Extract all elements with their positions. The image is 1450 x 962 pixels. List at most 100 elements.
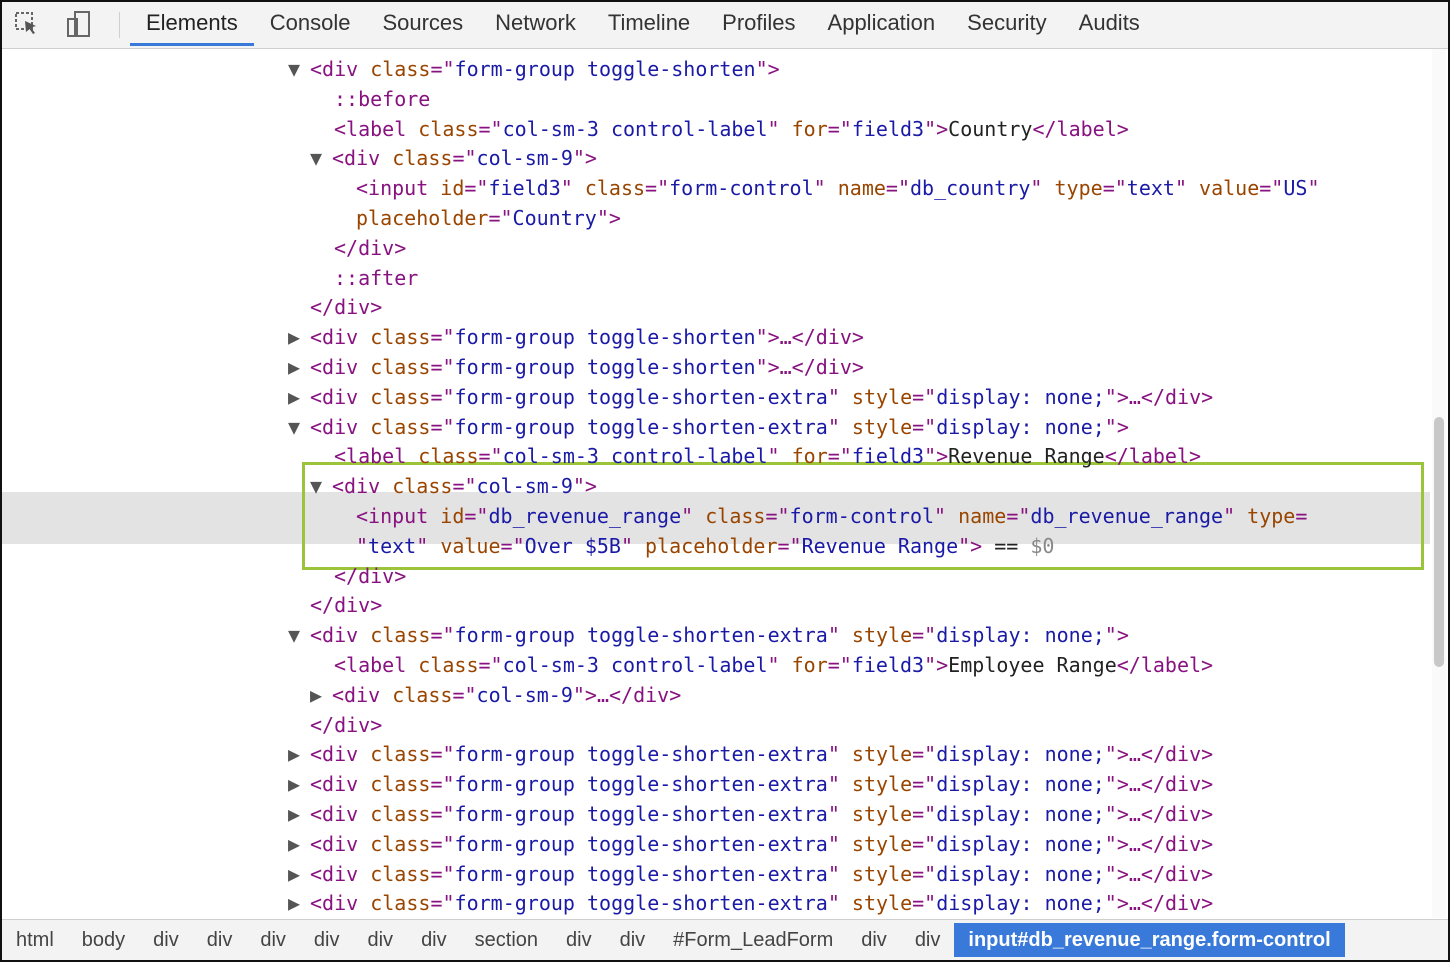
dom-node-line[interactable]: <label class="col-sm-3 control-label" fo… — [2, 114, 1430, 144]
tab-network[interactable]: Network — [479, 2, 592, 46]
code-token: name — [837, 176, 886, 201]
code-token: id — [440, 176, 465, 201]
code-token: =" — [464, 176, 489, 201]
breadcrumb-item[interactable]: html — [2, 923, 68, 957]
code-token: <div — [310, 742, 371, 767]
code-token: =" — [827, 653, 852, 677]
dom-node-line[interactable]: <input id="db_revenue_range" class="form… — [2, 501, 1430, 531]
code-token: class — [370, 742, 431, 767]
code-token: =" — [430, 831, 455, 856]
breadcrumb-item[interactable]: div — [847, 923, 901, 957]
code-token: <input — [356, 176, 441, 201]
dom-node-line[interactable]: "text" value="Over $5B" placeholder="Rev… — [2, 531, 1430, 561]
breadcrumb-item[interactable]: div — [139, 923, 193, 957]
dom-node-line[interactable]: <input id="field3" class="form-control" … — [2, 173, 1430, 203]
dom-node-line[interactable]: ▶ <div class="col-sm-9">…</div> — [2, 680, 1430, 710]
expand-right-icon[interactable]: ▶ — [288, 382, 310, 412]
scrollbar-thumb[interactable] — [1434, 417, 1444, 667]
breadcrumb-item[interactable]: div — [353, 923, 407, 957]
dom-node-line[interactable]: ▶ <div class="form-group toggle-shorten">… — [2, 352, 1430, 382]
dom-node-line[interactable]: ▼ <div class="form-group toggle-shorten-e… — [2, 620, 1430, 650]
dom-node-line[interactable]: <label class="col-sm-3 control-label" fo… — [2, 650, 1430, 680]
dom-node-line[interactable]: placeholder="Country"> — [2, 203, 1430, 233]
code-token: <div — [332, 682, 393, 707]
dom-node-line[interactable]: </div> — [2, 233, 1430, 263]
code-token: " — [827, 861, 852, 886]
expand-down-icon[interactable]: ▼ — [288, 412, 310, 442]
tab-application[interactable]: Application — [812, 2, 952, 46]
code-token: class — [370, 57, 431, 81]
dom-node-line[interactable]: ▶<div class="form-group toggle-shorten-e… — [2, 829, 1430, 859]
tab-profiles[interactable]: Profiles — [706, 2, 811, 46]
breadcrumb-item[interactable]: section — [461, 923, 552, 957]
code-token: form-group toggle-shorten-extra — [454, 742, 828, 767]
code-token: display: none; — [936, 861, 1105, 886]
dom-node-line[interactable]: ▶<div class="form-group toggle-shorten-e… — [2, 859, 1430, 889]
dom-node-line[interactable]: <label class="col-sm-3 control-label" fo… — [2, 441, 1430, 471]
code-token: style — [851, 891, 913, 916]
breadcrumb-item[interactable]: div — [193, 923, 247, 957]
dom-node-line[interactable]: ▶<div class="form-group toggle-shorten-e… — [2, 382, 1430, 412]
code-token: =" — [777, 533, 802, 558]
breadcrumb-item[interactable]: div — [407, 923, 461, 957]
tab-timeline[interactable]: Timeline — [592, 2, 706, 46]
code-token: db_revenue_range — [488, 504, 682, 528]
expand-right-icon[interactable]: ▶ — [288, 829, 310, 859]
breadcrumb-item[interactable]: #Form_LeadForm — [659, 923, 847, 957]
devtools-window: Elements Console Sources Network Timeline Pro… — [0, 0, 1450, 962]
tab-console[interactable]: Console — [254, 2, 367, 46]
expand-right-icon[interactable]: ▶ — [288, 739, 310, 769]
dom-node-line[interactable]: ▶<div class="form-group toggle-shorten-e… — [2, 888, 1430, 918]
dom-node-line[interactable]: </div> — [2, 710, 1430, 740]
expand-right-icon[interactable]: ▶ — [288, 352, 310, 382]
code-token: placeholder — [356, 206, 489, 230]
dom-node-line[interactable]: ▶<div class="form-group toggle-shorten-e… — [2, 769, 1430, 799]
breadcrumb-item-active[interactable]: input#db_revenue_range.form-control — [954, 923, 1345, 957]
code-token: col-sm-9 — [476, 146, 573, 171]
expand-right-icon[interactable]: ▶ — [288, 322, 310, 352]
code-token: =" — [912, 772, 937, 797]
expand-down-icon[interactable]: ▼ — [310, 471, 332, 501]
dom-node-line[interactable]: ▶ <div class="form-group toggle-shorten">… — [2, 322, 1430, 352]
expand-right-icon[interactable]: ▶ — [288, 799, 310, 829]
code-token: <div — [310, 802, 371, 826]
tab-sources[interactable]: Sources — [366, 2, 479, 46]
breadcrumb-item[interactable]: div — [246, 923, 300, 957]
code-token: " — [1174, 176, 1200, 201]
dom-node-line[interactable]: </div> — [2, 292, 1430, 322]
code-token: db_country — [910, 176, 1031, 201]
breadcrumb-item[interactable]: body — [68, 923, 139, 957]
expand-right-icon[interactable]: ▶ — [288, 859, 310, 889]
expand-down-icon[interactable]: ▼ — [288, 620, 310, 650]
breadcrumb-item[interactable]: div — [606, 923, 660, 957]
dom-node-line[interactable]: ::after — [2, 263, 1430, 293]
dom-node-line[interactable]: ▼ <div class="form-group toggle-shorten"> — [2, 54, 1430, 84]
breadcrumb-item[interactable]: div — [552, 923, 606, 957]
tab-elements[interactable]: Elements — [130, 2, 254, 46]
tab-security[interactable]: Security — [951, 2, 1062, 46]
expand-right-icon[interactable]: ▶ — [288, 769, 310, 799]
tab-audits[interactable]: Audits — [1063, 2, 1156, 46]
dom-node-line[interactable]: </div> — [2, 590, 1430, 620]
dom-node-line[interactable]: </div> — [2, 561, 1430, 591]
dom-node-line[interactable]: ▶<div class="form-group toggle-shorten-e… — [2, 739, 1430, 769]
inspect-element-icon[interactable] — [12, 10, 42, 38]
breadcrumb-item[interactable]: div — [300, 923, 354, 957]
dom-node-line[interactable]: ▶<div class="form-group toggle-shorten-e… — [2, 799, 1430, 829]
breadcrumb-item[interactable]: div — [901, 923, 955, 957]
dom-tree[interactable]: ▼ <div class="form-group toggle-shorten">… — [2, 49, 1448, 945]
code-token: <div — [310, 772, 371, 797]
code-token: =" — [430, 772, 455, 797]
code-token: class — [584, 176, 646, 201]
device-mode-icon[interactable] — [64, 10, 94, 38]
expand-right-icon[interactable]: ▶ — [288, 888, 310, 918]
code-token: " — [827, 384, 852, 409]
code-token: display: none; — [936, 891, 1105, 916]
expand-down-icon[interactable]: ▼ — [310, 143, 332, 173]
dom-node-line[interactable]: ▼ <div class="col-sm-9"> — [2, 143, 1430, 173]
expand-down-icon[interactable]: ▼ — [288, 54, 310, 84]
dom-node-line[interactable]: ::before — [2, 84, 1430, 114]
dom-node-line[interactable]: ▼ <div class="col-sm-9"> — [2, 471, 1430, 501]
dom-node-line[interactable]: ▼ <div class="form-group toggle-shorten-e… — [2, 412, 1430, 442]
expand-right-icon[interactable]: ▶ — [310, 680, 332, 710]
